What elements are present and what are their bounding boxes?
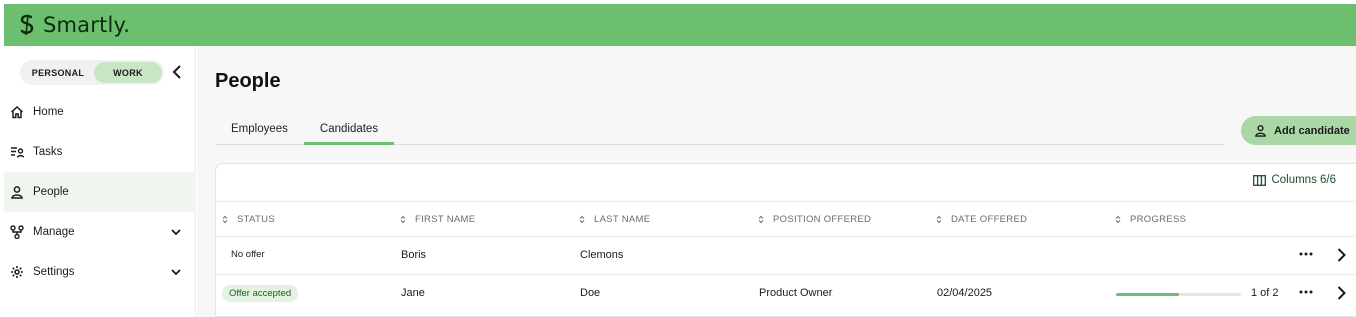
smartly-logo-icon xyxy=(18,13,36,37)
add-candidate-button[interactable]: Add candidate xyxy=(1241,116,1356,145)
table-row[interactable]: Offer accepted Jane Doe Product Owner 02… xyxy=(216,275,1356,313)
progress-bar xyxy=(1116,293,1241,296)
sort-icon xyxy=(579,215,587,225)
date-cell: 02/04/2025 xyxy=(937,287,993,299)
last-name-cell: Doe xyxy=(580,287,601,299)
chevron-right-icon[interactable] xyxy=(1334,246,1348,264)
sort-icon xyxy=(758,215,766,225)
candidates-table-card: Columns 6/6 STATUS FIRST NAME LAST NAME … xyxy=(215,163,1356,317)
sidebar-item-settings[interactable]: Settings xyxy=(4,252,196,292)
toggle-personal[interactable]: PERSONAL xyxy=(22,62,94,83)
chevron-down-icon[interactable] xyxy=(170,265,182,279)
org-chart-icon xyxy=(9,224,25,240)
person-icon xyxy=(9,184,25,200)
tab-bar: Employees Candidates xyxy=(215,116,1225,145)
progress-text: 1 of 2 xyxy=(1251,287,1279,299)
column-header-progress[interactable]: PROGRESS xyxy=(1115,214,1186,225)
sidebar-item-tasks[interactable]: Tasks xyxy=(4,132,196,172)
top-bar: Smartly. xyxy=(4,4,1356,46)
sidebar-item-people[interactable]: People xyxy=(4,172,196,212)
sidebar-item-home[interactable]: Home xyxy=(4,92,196,132)
column-header-status[interactable]: STATUS xyxy=(222,214,275,225)
add-person-icon xyxy=(1253,124,1267,138)
last-name-cell: Clemons xyxy=(580,249,624,261)
sidebar: PERSONAL WORK Home Tasks People Manage S… xyxy=(4,46,196,317)
column-header-first-name[interactable]: FIRST NAME xyxy=(400,214,475,225)
more-options-icon[interactable] xyxy=(1298,246,1314,262)
brand-name: Smartly. xyxy=(43,13,131,37)
sort-icon xyxy=(936,215,944,225)
table-header: STATUS FIRST NAME LAST NAME POSITION OFF… xyxy=(216,201,1356,237)
column-header-position-offered[interactable]: POSITION OFFERED xyxy=(758,214,871,225)
toggle-work[interactable]: WORK xyxy=(94,62,162,83)
more-options-icon[interactable] xyxy=(1298,284,1314,300)
column-header-date-offered[interactable]: DATE OFFERED xyxy=(936,214,1027,225)
collapse-sidebar-icon[interactable] xyxy=(170,62,184,82)
columns-button[interactable]: Columns 6/6 xyxy=(1253,174,1336,186)
status-badge: Offer accepted xyxy=(222,285,299,302)
header-label: POSITION OFFERED xyxy=(773,214,872,225)
home-icon xyxy=(9,104,25,120)
sidebar-item-label: Home xyxy=(33,106,64,118)
sidebar-item-label: Tasks xyxy=(33,146,63,158)
workspace-toggle: PERSONAL WORK xyxy=(20,60,164,85)
sidebar-item-label: People xyxy=(33,186,69,198)
table-row[interactable]: No offer Boris Clemons xyxy=(216,237,1356,275)
chevron-down-icon[interactable] xyxy=(170,225,182,239)
tab-candidates[interactable]: Candidates xyxy=(303,116,395,145)
column-header-last-name[interactable]: LAST NAME xyxy=(579,214,650,225)
first-name-cell: Jane xyxy=(401,287,425,299)
header-label: DATE OFFERED xyxy=(951,214,1028,225)
add-candidate-label: Add candidate xyxy=(1274,124,1350,137)
header-label: LAST NAME xyxy=(594,214,651,225)
tab-employees[interactable]: Employees xyxy=(215,116,304,144)
columns-icon xyxy=(1253,174,1267,186)
sort-icon xyxy=(1115,215,1123,225)
header-label: FIRST NAME xyxy=(415,214,476,225)
sidebar-nav: Home Tasks People Manage Settings xyxy=(4,92,196,292)
position-cell: Product Owner xyxy=(759,287,833,299)
header-label: STATUS xyxy=(237,214,275,225)
main-content: People Employees Candidates Add candidat… xyxy=(197,46,1356,317)
columns-label: Columns 6/6 xyxy=(1271,174,1336,186)
status-text: No offer xyxy=(231,249,265,260)
tasks-icon xyxy=(9,144,25,160)
sidebar-item-label: Settings xyxy=(33,266,75,278)
gear-icon xyxy=(9,264,25,280)
sidebar-item-label: Manage xyxy=(33,226,75,238)
first-name-cell: Boris xyxy=(401,249,427,261)
header-label: PROGRESS xyxy=(1130,214,1187,225)
sort-icon xyxy=(222,215,230,225)
sort-icon xyxy=(400,215,408,225)
progress-bar-fill xyxy=(1116,293,1179,296)
page-title: People xyxy=(215,70,281,92)
chevron-right-icon[interactable] xyxy=(1334,284,1348,302)
sidebar-item-manage[interactable]: Manage xyxy=(4,212,196,252)
